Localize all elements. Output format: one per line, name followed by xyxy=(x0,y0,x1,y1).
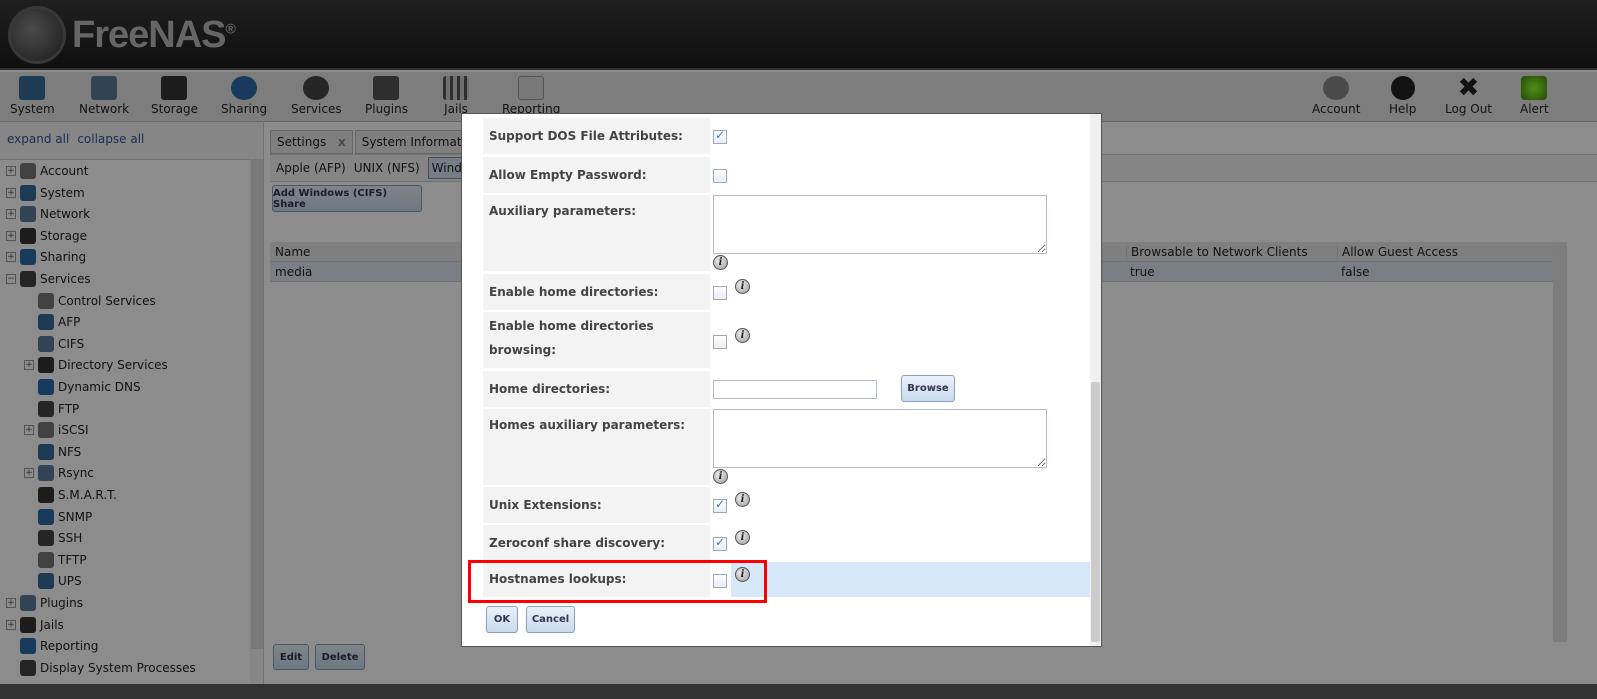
unix-ext-label: Unix Extensions: xyxy=(483,487,710,523)
homes-aux-textarea[interactable] xyxy=(713,409,1047,468)
info-icon[interactable]: i xyxy=(713,255,728,270)
unix-ext-checkbox[interactable] xyxy=(713,497,727,513)
allow-empty-checkbox[interactable] xyxy=(713,169,727,183)
info-icon[interactable]: i xyxy=(735,530,750,545)
zeroconf-checkbox[interactable] xyxy=(713,535,727,551)
home-browse-label: Enable home directories browsing: xyxy=(483,312,710,368)
highlight-annotation-box xyxy=(468,560,767,603)
dialog-scrollbar[interactable] xyxy=(1090,114,1101,646)
homes-aux-label: Homes auxiliary parameters: xyxy=(483,409,710,485)
home-dir-input[interactable] xyxy=(713,380,877,399)
aux-params-label: Auxiliary parameters: xyxy=(483,195,710,271)
ok-button[interactable]: OK xyxy=(486,606,518,633)
zeroconf-label: Zeroconf share discovery: xyxy=(483,525,710,561)
info-icon[interactable]: i xyxy=(735,279,750,294)
home-enable-checkbox[interactable] xyxy=(713,286,727,300)
cancel-button[interactable]: Cancel xyxy=(526,606,575,633)
browse-button[interactable]: Browse xyxy=(901,375,955,402)
info-icon[interactable]: i xyxy=(735,492,750,507)
support-dos-label: Support DOS File Attributes: xyxy=(483,118,710,154)
info-icon[interactable]: i xyxy=(713,469,728,484)
info-icon[interactable]: i xyxy=(735,328,750,343)
dialog-scroll-thumb[interactable] xyxy=(1091,382,1100,642)
home-browse-checkbox[interactable] xyxy=(713,335,727,349)
bottom-bar xyxy=(0,684,1597,699)
aux-params-textarea[interactable] xyxy=(713,195,1047,254)
home-dir-label: Home directories: xyxy=(483,371,710,407)
row-highlight xyxy=(731,562,1098,597)
home-enable-label: Enable home directories: xyxy=(483,274,710,310)
support-dos-checkbox[interactable] xyxy=(713,128,727,144)
allow-empty-label: Allow Empty Password: xyxy=(483,157,710,193)
